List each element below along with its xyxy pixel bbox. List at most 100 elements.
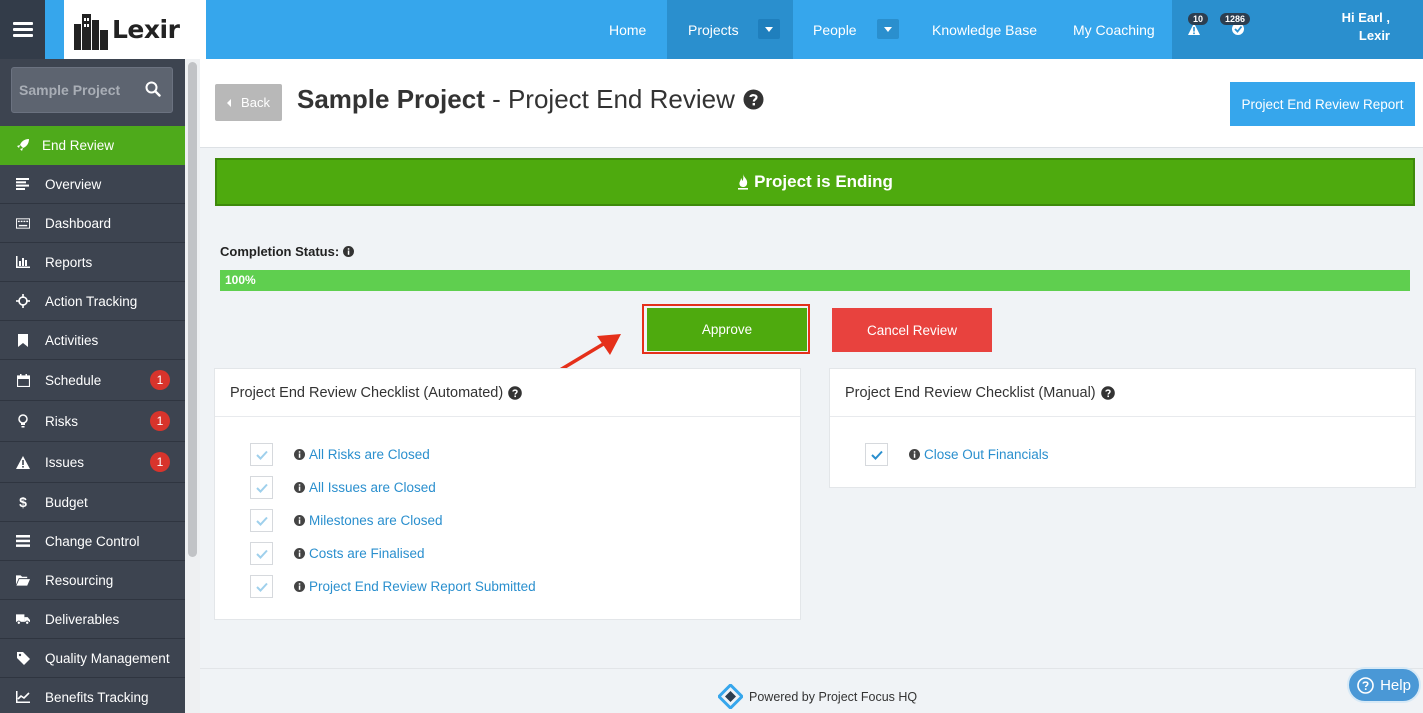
hamburger-menu-button[interactable] xyxy=(0,0,45,59)
sidebar-item-issues[interactable]: Issues 1 xyxy=(0,442,185,483)
lexir-logo[interactable]: Lexir xyxy=(64,0,206,59)
info-icon xyxy=(294,581,305,592)
user-greeting[interactable]: Hi Earl , Lexir xyxy=(1342,9,1390,45)
search-icon[interactable] xyxy=(145,81,161,97)
checklist-link-text: Close Out Financials xyxy=(924,447,1049,462)
page-subtitle: - Project End Review xyxy=(484,84,735,114)
cancel-review-button[interactable]: Cancel Review xyxy=(832,308,992,352)
help-button[interactable]: Help xyxy=(1347,667,1421,703)
question-circle-icon[interactable] xyxy=(508,385,523,400)
sidebar: Sample Project End Review Overview Dashb… xyxy=(0,59,185,713)
chevron-down-icon xyxy=(884,26,892,32)
sidebar-item-label: Quality Management xyxy=(45,650,170,666)
sidebar-item-label: Risks xyxy=(45,413,78,429)
nav-knowledge-base[interactable]: Knowledge Base xyxy=(932,0,1037,59)
projects-dropdown-caret[interactable] xyxy=(758,19,780,39)
sidebar-item-activities[interactable]: Activities xyxy=(0,321,185,360)
check-icon xyxy=(255,582,268,592)
question-circle-icon[interactable] xyxy=(1100,385,1115,400)
checklist-link[interactable]: Costs are Finalised xyxy=(294,546,425,561)
dollar-icon: $ xyxy=(19,494,27,510)
completion-status-label: Completion Status: xyxy=(220,244,355,259)
logo-text: Lexir xyxy=(112,15,180,44)
checklist-link[interactable]: All Issues are Closed xyxy=(294,480,436,495)
people-dropdown-caret[interactable] xyxy=(877,19,899,39)
tasks-count-badge: 1286 xyxy=(1220,13,1251,25)
end-review-report-button[interactable]: Project End Review Report xyxy=(1230,82,1415,126)
sidebar-item-label: Reports xyxy=(45,254,93,270)
scrollbar-thumb[interactable] xyxy=(188,62,197,557)
sidebar-item-budget[interactable]: $ Budget xyxy=(0,483,185,522)
checklist-item: Costs are Finalised xyxy=(250,542,425,565)
sidebar-item-quality-management[interactable]: Quality Management xyxy=(0,639,185,678)
alerts-count-badge: 10 xyxy=(1188,13,1209,25)
manual-checklist-header: Project End Review Checklist (Manual) xyxy=(830,369,1415,417)
checklist-link[interactable]: All Risks are Closed xyxy=(294,447,430,462)
bookmark-icon xyxy=(16,333,30,347)
sidebar-item-label: Activities xyxy=(45,332,99,348)
sidebar-item-label: Dashboard xyxy=(45,215,112,231)
sidebar-item-label: Change Control xyxy=(45,533,140,549)
nav-projects-label: Projects xyxy=(688,21,739,38)
project-search-box[interactable]: Sample Project xyxy=(11,67,173,113)
approve-button[interactable]: Approve xyxy=(647,308,807,351)
checkbox-disabled xyxy=(250,575,273,598)
checkbox-checked[interactable] xyxy=(865,443,888,466)
greeting-name: Hi Earl , xyxy=(1341,10,1390,25)
manual-checklist-panel: Project End Review Checklist (Manual) xyxy=(829,368,1416,488)
tasks-list-icon xyxy=(16,534,30,548)
nav-people[interactable]: People xyxy=(813,0,857,59)
info-icon[interactable] xyxy=(343,246,355,257)
checklist-item: Project End Review Report Submitted xyxy=(250,575,536,598)
status-banner-text: Project is Ending xyxy=(754,172,893,191)
sidebar-item-label: Action Tracking xyxy=(45,293,138,309)
sidebar-item-dashboard[interactable]: Dashboard xyxy=(0,204,185,243)
sidebar-item-benefits-tracking[interactable]: Benefits Tracking xyxy=(0,678,185,713)
checklist-link[interactable]: Project End Review Report Submitted xyxy=(294,579,536,594)
check-icon xyxy=(255,483,268,493)
building-logo-icon xyxy=(74,13,108,50)
back-button[interactable]: Back xyxy=(215,84,282,121)
question-circle-icon[interactable] xyxy=(743,89,764,110)
completion-progress-bar: 100% xyxy=(220,270,1410,291)
hamburger-icon xyxy=(12,19,33,40)
checklist-link[interactable]: Milestones are Closed xyxy=(294,513,443,528)
nav-home[interactable]: Home xyxy=(609,0,646,59)
sidebar-item-end-review[interactable]: End Review xyxy=(0,126,185,165)
check-icon xyxy=(870,450,883,460)
calendar-icon xyxy=(16,373,30,387)
checkbox-disabled xyxy=(250,509,273,532)
sidebar-item-resourcing[interactable]: Resourcing xyxy=(0,561,185,600)
align-left-icon xyxy=(16,177,30,191)
project-focus-logo-icon xyxy=(718,684,743,709)
issues-count-badge: 1 xyxy=(150,452,170,472)
powered-by: Powered by Project Focus HQ xyxy=(718,684,917,709)
checklist-link[interactable]: Close Out Financials xyxy=(909,447,1049,462)
keyboard-icon xyxy=(16,216,30,230)
checklist-link-text: All Risks are Closed xyxy=(309,447,430,462)
sidebar-item-label: Benefits Tracking xyxy=(45,689,149,705)
nav-my-coaching[interactable]: My Coaching xyxy=(1073,0,1155,59)
info-icon xyxy=(294,482,305,493)
sidebar-item-change-control[interactable]: Change Control xyxy=(0,522,185,561)
project-search-label: Sample Project xyxy=(19,82,121,98)
sidebar-item-reports[interactable]: Reports xyxy=(0,243,185,282)
folder-open-icon xyxy=(16,573,30,587)
sidebar-item-deliverables[interactable]: Deliverables xyxy=(0,600,185,639)
sidebar-item-risks[interactable]: Risks 1 xyxy=(0,401,185,442)
sidebar-item-schedule[interactable]: Schedule 1 xyxy=(0,360,185,401)
info-icon xyxy=(909,449,920,460)
check-icon xyxy=(255,549,268,559)
sidebar-scrollbar[interactable] xyxy=(185,59,200,713)
question-circle-icon xyxy=(1357,676,1374,694)
checkbox-disabled xyxy=(250,542,273,565)
checklist-item: Close Out Financials xyxy=(865,443,1049,466)
page-title: Sample Project - Project End Review xyxy=(297,84,764,115)
sidebar-item-overview[interactable]: Overview xyxy=(0,165,185,204)
sidebar-item-action-tracking[interactable]: Action Tracking xyxy=(0,282,185,321)
info-icon xyxy=(294,515,305,526)
sidebar-item-label: Budget xyxy=(45,494,88,510)
sidebar-item-label: Schedule xyxy=(45,372,102,388)
sidebar-item-label: End Review xyxy=(42,137,115,153)
check-icon xyxy=(255,516,268,526)
